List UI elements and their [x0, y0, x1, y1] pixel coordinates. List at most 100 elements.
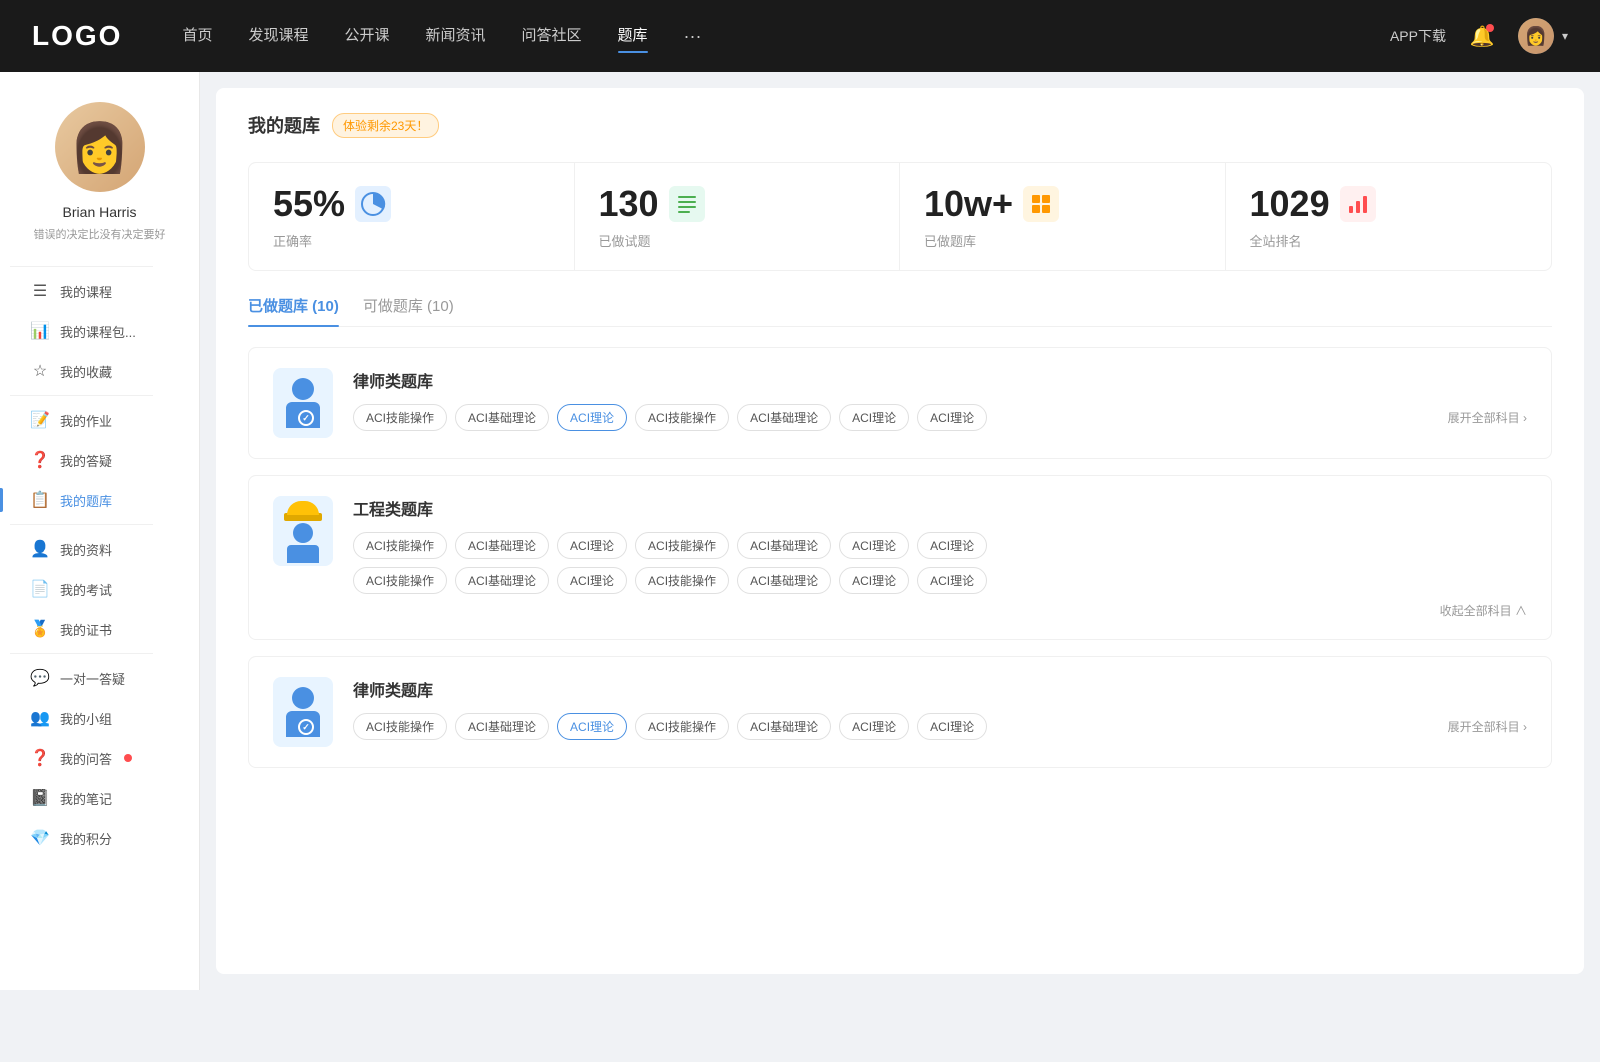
expand-link-lawyer-2[interactable]: 展开全部科目 › [1448, 718, 1527, 735]
tag[interactable]: ACI技能操作 [353, 567, 447, 594]
tag[interactable]: ACI基础理论 [455, 404, 549, 431]
tag[interactable]: ACI理论 [839, 532, 909, 559]
sidebar-label-favorites: 我的收藏 [60, 362, 112, 381]
sidebar-item-my-questions[interactable]: ❓ 我的问答 [10, 738, 189, 778]
tag[interactable]: ACI理论 [839, 567, 909, 594]
tags-row-lawyer-1: ACI技能操作 ACI基础理论 ACI理论 ACI技能操作 ACI基础理论 AC… [353, 404, 1527, 431]
stat-value-row: 10w+ [924, 183, 1201, 225]
expand-link-lawyer-1[interactable]: 展开全部科目 › [1448, 409, 1527, 426]
nav-link-home[interactable]: 首页 [182, 24, 212, 49]
nav-more[interactable]: ··· [684, 26, 702, 47]
sidebar-label-points: 我的积分 [60, 829, 112, 848]
tag[interactable]: ACI基础理论 [737, 532, 831, 559]
nav-link-news[interactable]: 新闻资讯 [426, 24, 486, 49]
lawyer-figure-2: ✓ [286, 687, 320, 737]
tag[interactable]: ACI理论 [839, 713, 909, 740]
pie-chart-icon [359, 190, 387, 218]
sidebar-item-homework[interactable]: 📝 我的作业 [10, 400, 189, 440]
check-badge: ✓ [298, 410, 314, 426]
tag[interactable]: ACI基础理论 [455, 567, 549, 594]
stat-rank-value: 1029 [1250, 183, 1330, 225]
collapse-link-engineer[interactable]: 收起全部科目 ∧ [353, 602, 1527, 619]
engineer-figure [284, 499, 322, 563]
tag-active[interactable]: ACI理论 [557, 404, 627, 431]
tag[interactable]: ACI技能操作 [635, 532, 729, 559]
tag[interactable]: ACI理论 [557, 532, 627, 559]
tag[interactable]: ACI理论 [557, 567, 627, 594]
check-badge-2: ✓ [298, 719, 314, 735]
tag-active[interactable]: ACI理论 [557, 713, 627, 740]
tag[interactable]: ACI理论 [839, 404, 909, 431]
sidebar-item-points[interactable]: 💎 我的积分 [10, 818, 189, 858]
points-icon: 💎 [30, 828, 50, 848]
tag[interactable]: ACI理论 [917, 404, 987, 431]
tag[interactable]: ACI技能操作 [353, 713, 447, 740]
sidebar-item-profile[interactable]: 👤 我的资料 [10, 529, 189, 569]
exam-icon: 📄 [30, 579, 50, 599]
tag[interactable]: ACI理论 [917, 532, 987, 559]
notification-dot [1486, 24, 1494, 32]
nav-link-discover[interactable]: 发现课程 [248, 24, 308, 49]
tab-done-banks[interactable]: 已做题库 (10) [248, 295, 339, 326]
lawyer-head [292, 378, 314, 400]
tab-available-banks[interactable]: 可做题库 (10) [363, 295, 454, 326]
stat-value-row: 55% [273, 183, 550, 225]
tag[interactable]: ACI技能操作 [635, 567, 729, 594]
sidebar-item-certificates[interactable]: 🏅 我的证书 [10, 609, 189, 649]
tag[interactable]: ACI技能操作 [353, 532, 447, 559]
user-avatar-button[interactable]: 👩 ▾ [1518, 18, 1568, 54]
stat-questions-done: 130 已做试题 [575, 163, 901, 270]
sidebar-item-qa-answers[interactable]: ❓ 我的答疑 [10, 440, 189, 480]
group-icon: 👥 [30, 708, 50, 728]
sidebar-item-course-packages[interactable]: 📊 我的课程包... [10, 311, 189, 351]
sidebar-item-one-to-one[interactable]: 💬 一对一答疑 [10, 658, 189, 698]
nav-link-qa[interactable]: 问答社区 [522, 24, 582, 49]
tabs-row: 已做题库 (10) 可做题库 (10) [248, 295, 1552, 327]
sidebar: 👩 Brian Harris 错误的决定比没有决定要好 ☰ 我的课程 📊 我的课… [0, 72, 200, 990]
tag[interactable]: ACI基础理论 [737, 713, 831, 740]
tag[interactable]: ACI基础理论 [455, 532, 549, 559]
stat-accuracy: 55% 正确率 [249, 163, 575, 270]
sidebar-item-favorites[interactable]: ☆ 我的收藏 [10, 351, 189, 391]
main-content: 我的题库 体验剩余23天！ 55% 正确率 13 [216, 88, 1584, 974]
main-layout: 👩 Brian Harris 错误的决定比没有决定要好 ☰ 我的课程 📊 我的课… [0, 72, 1600, 990]
qbank-info-engineer: 工程类题库 ACI技能操作 ACI基础理论 ACI理论 ACI技能操作 ACI基… [353, 496, 1527, 619]
tag[interactable]: ACI技能操作 [635, 713, 729, 740]
sidebar-item-questionbank[interactable]: 📋 我的题库 [10, 480, 189, 520]
rank-icon-box [1340, 186, 1376, 222]
qa-icon: ❓ [30, 450, 50, 470]
nav-logo: LOGO [32, 20, 122, 52]
sidebar-label-qbank: 我的题库 [60, 491, 112, 510]
page-title: 我的题库 [248, 112, 320, 138]
lawyer-figure: ✓ [286, 378, 320, 428]
topnav: LOGO 首页 发现课程 公开课 新闻资讯 问答社区 题库 ··· APP下载 … [0, 0, 1600, 72]
sidebar-item-groups[interactable]: 👥 我的小组 [10, 698, 189, 738]
tag[interactable]: ACI基础理论 [737, 404, 831, 431]
bar-chart-icon [1346, 192, 1370, 216]
sidebar-motto: 错误的决定比没有决定要好 [24, 226, 176, 242]
sidebar-item-notes[interactable]: 📓 我的笔记 [10, 778, 189, 818]
tag[interactable]: ACI理论 [917, 567, 987, 594]
divider [10, 266, 153, 267]
tag[interactable]: ACI技能操作 [353, 404, 447, 431]
nav-link-questionbank[interactable]: 题库 [618, 24, 648, 49]
sidebar-item-exams[interactable]: 📄 我的考试 [10, 569, 189, 609]
tag[interactable]: ACI理论 [917, 713, 987, 740]
qbank-header: ✓ 律师类题库 ACI技能操作 ACI基础理论 ACI理论 ACI技能操作 AC… [273, 677, 1527, 747]
sidebar-item-my-courses[interactable]: ☰ 我的课程 [10, 271, 189, 311]
notes-icon: 📓 [30, 788, 50, 808]
sidebar-label-one-to-one: 一对一答疑 [60, 669, 125, 688]
tag[interactable]: ACI基础理论 [455, 713, 549, 740]
sidebar-label-course-packages: 我的课程包... [60, 322, 136, 341]
stats-row: 55% 正确率 130 [248, 162, 1552, 271]
chevron-down-icon: ▾ [1562, 29, 1568, 43]
nav-right: APP下载 🔔 👩 ▾ [1390, 18, 1568, 54]
app-download-button[interactable]: APP下载 [1390, 26, 1446, 46]
tag[interactable]: ACI基础理论 [737, 567, 831, 594]
oneonone-icon: 💬 [30, 668, 50, 688]
nav-link-open[interactable]: 公开课 [344, 24, 389, 49]
tag[interactable]: ACI技能操作 [635, 404, 729, 431]
courses-icon: ☰ [30, 281, 50, 301]
notification-bell[interactable]: 🔔 [1466, 20, 1498, 52]
qbank-name-lawyer-1: 律师类题库 [353, 368, 1527, 392]
